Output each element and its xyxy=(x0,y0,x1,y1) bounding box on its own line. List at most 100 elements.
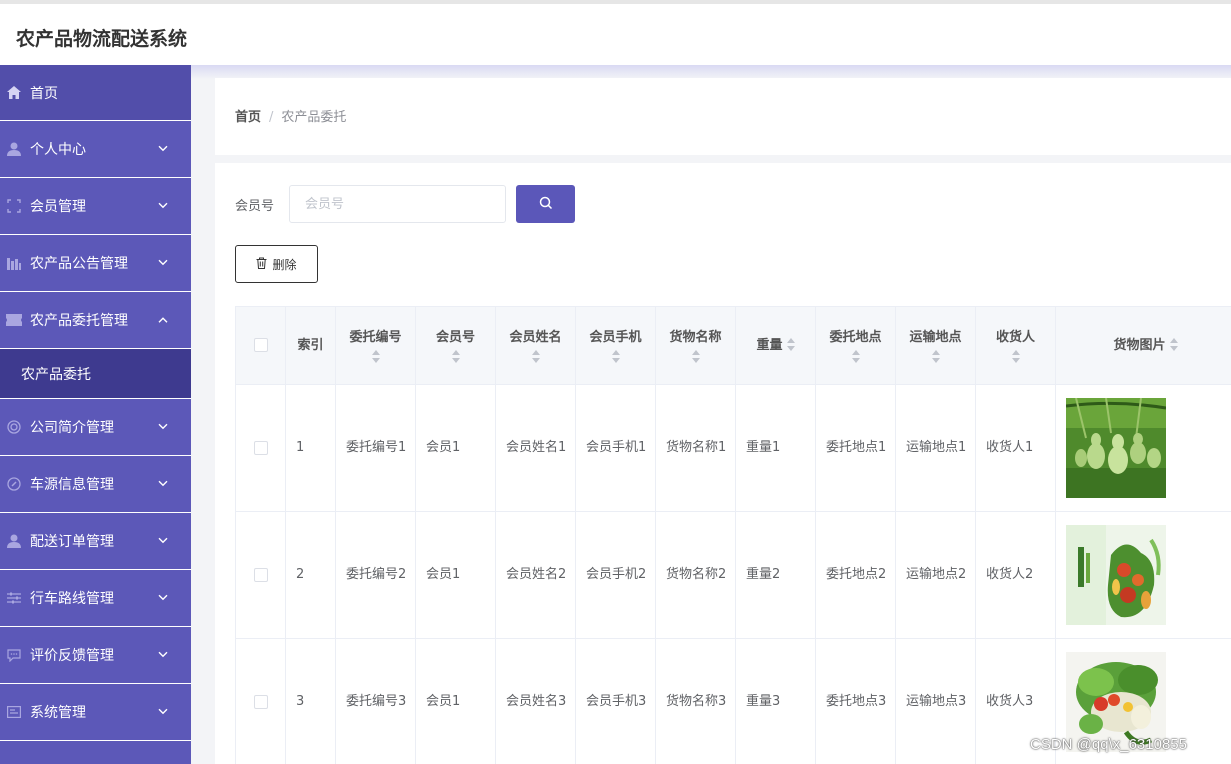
breadcrumb-separator: / xyxy=(269,110,274,125)
row-checkbox[interactable] xyxy=(253,694,268,709)
column-header-receiver[interactable]: 收货人 xyxy=(975,306,1056,385)
csdn-watermark: CSDN @qq\x_6310855 xyxy=(1030,736,1187,753)
column-header-label: 重量 xyxy=(756,337,783,353)
column-header-member-phone[interactable]: 会员手机 xyxy=(575,306,656,385)
chat-icon xyxy=(6,647,22,663)
column-header-member-name[interactable]: 会员姓名 xyxy=(495,306,576,385)
sort-icon[interactable] xyxy=(611,349,620,364)
cell-goods-name: 货物名称1 xyxy=(655,384,736,512)
cell-goods-name: 货物名称3 xyxy=(655,638,736,764)
cell-member-phone: 会员手机3 xyxy=(575,638,656,764)
sidebar-item-system-management[interactable]: 系统管理 xyxy=(0,684,191,741)
delete-button[interactable]: 删除 xyxy=(235,245,318,283)
column-header-transport-place[interactable]: 运输地点 xyxy=(895,306,976,385)
cell-entrust-place: 委托地点3 xyxy=(815,638,896,764)
chevron-down-icon xyxy=(158,533,168,547)
cell-index: 3 xyxy=(285,638,336,764)
cell-goods-image xyxy=(1055,511,1231,639)
column-header-label: 会员号 xyxy=(435,329,475,345)
cell-receiver: 收货人1 xyxy=(975,384,1056,512)
row-select-cell xyxy=(235,384,286,512)
cell-transport-place: 运输地点3 xyxy=(895,638,976,764)
cell-member-name: 会员姓名1 xyxy=(495,384,576,512)
column-header-label: 会员姓名 xyxy=(509,329,562,345)
member-no-search-input[interactable] xyxy=(289,185,506,223)
circle-icon xyxy=(6,419,22,435)
column-header-goods-name[interactable]: 货物名称 xyxy=(655,306,736,385)
sidebar-item-announcement-management[interactable]: 农产品公告管理 xyxy=(0,235,191,292)
sort-icon[interactable] xyxy=(931,349,940,364)
table-header-row: 索引 委托编号 会员号 会员姓名 会员手机 货物名称 重量 委托地点 运输地点 … xyxy=(235,306,1231,385)
header-shadow xyxy=(191,65,1231,79)
sidebar-item-entrust-management[interactable]: 农产品委托管理 xyxy=(0,292,191,349)
chevron-down-icon xyxy=(158,647,168,661)
chevron-down-icon xyxy=(158,255,168,269)
gourd-photo[interactable] xyxy=(1066,398,1166,498)
user-icon xyxy=(6,533,22,549)
cell-goods-name: 货物名称2 xyxy=(655,511,736,639)
table-row[interactable]: 1 委托编号1 会员1 会员姓名1 会员手机1 货物名称1 重量1 委托地点1 … xyxy=(235,384,1231,512)
breadcrumb-home[interactable]: 首页 xyxy=(235,110,261,125)
cell-receiver: 收货人2 xyxy=(975,511,1056,639)
chevron-down-icon xyxy=(158,476,168,490)
column-header-goods-image[interactable]: 货物图片 xyxy=(1055,306,1231,385)
vegetable-poster[interactable] xyxy=(1066,525,1166,625)
select-all-cell xyxy=(235,306,286,385)
select-all-checkbox[interactable] xyxy=(253,338,268,352)
sort-icon[interactable] xyxy=(371,349,380,364)
sidebar-item-label: 行车路线管理 xyxy=(30,591,114,607)
row-checkbox[interactable] xyxy=(253,440,268,455)
user-icon xyxy=(6,141,22,157)
sidebar-item-company-intro-management[interactable]: 公司简介管理 xyxy=(0,399,191,456)
sidebar-item-home[interactable]: 首页 xyxy=(0,65,191,121)
sidebar-item-vehicle-management[interactable]: 车源信息管理 xyxy=(0,456,191,513)
sidebar-item-label: 农产品公告管理 xyxy=(30,256,128,272)
cell-entrust-no: 委托编号1 xyxy=(335,384,416,512)
panel-icon xyxy=(6,704,22,720)
cell-goods-image xyxy=(1055,384,1231,512)
sort-icon[interactable] xyxy=(786,338,795,352)
sidebar-item-member-management[interactable]: 会员管理 xyxy=(0,178,191,235)
sidebar-item-feedback-management[interactable]: 评价反馈管理 xyxy=(0,627,191,684)
cell-entrust-no: 委托编号2 xyxy=(335,511,416,639)
row-checkbox[interactable] xyxy=(253,567,268,582)
table-row[interactable]: 2 委托编号2 会员1 会员姓名2 会员手机2 货物名称2 重量2 委托地点2 … xyxy=(235,511,1231,639)
sort-icon[interactable] xyxy=(531,349,540,364)
column-header-label: 收货人 xyxy=(995,329,1035,345)
cell-weight: 重量1 xyxy=(735,384,816,512)
chevron-up-icon xyxy=(158,312,168,326)
sidebar-item-label: 会员管理 xyxy=(30,199,86,215)
trash-icon xyxy=(256,257,267,272)
search-button[interactable] xyxy=(516,185,575,223)
sidebar-item-personal-center[interactable]: 个人中心 xyxy=(0,121,191,178)
cell-member-no: 会员1 xyxy=(415,638,496,764)
sidebar-item-label: 首页 xyxy=(30,85,58,102)
sidebar: 首页 个人中心 会员管理 农产品公告管理 农产品委托管理 农产品委托 公司简介管… xyxy=(0,65,191,764)
sort-icon[interactable] xyxy=(1169,338,1178,352)
entrust-table: 索引 委托编号 会员号 会员姓名 会员手机 货物名称 重量 委托地点 运输地点 … xyxy=(235,306,1231,764)
column-header-label: 货物图片 xyxy=(1113,337,1166,353)
sidebar-item-route-management[interactable]: 行车路线管理 xyxy=(0,570,191,627)
sidebar-item-label: 系统管理 xyxy=(30,705,86,721)
column-header-member-no[interactable]: 会员号 xyxy=(415,306,496,385)
column-header-label: 运输地点 xyxy=(909,329,962,345)
ticket-icon xyxy=(6,312,22,328)
sidebar-subitem-label: 农产品委托 xyxy=(21,366,91,383)
sort-icon[interactable] xyxy=(851,349,860,364)
cell-transport-place: 运输地点2 xyxy=(895,511,976,639)
sort-icon[interactable] xyxy=(451,349,460,364)
column-header-index: 索引 xyxy=(285,306,336,385)
column-header-entrust-no[interactable]: 委托编号 xyxy=(335,306,416,385)
frame-icon xyxy=(6,198,22,214)
cell-weight: 重量2 xyxy=(735,511,816,639)
sidebar-item-label: 车源信息管理 xyxy=(30,477,114,493)
column-header-weight[interactable]: 重量 xyxy=(735,306,816,385)
chevron-down-icon xyxy=(158,141,168,155)
cell-member-name: 会员姓名2 xyxy=(495,511,576,639)
sort-icon[interactable] xyxy=(1011,349,1020,364)
column-header-label: 货物名称 xyxy=(669,329,722,345)
column-header-entrust-place[interactable]: 委托地点 xyxy=(815,306,896,385)
sort-icon[interactable] xyxy=(691,349,700,364)
sidebar-item-order-management[interactable]: 配送订单管理 xyxy=(0,513,191,570)
sidebar-subitem-entrust[interactable]: 农产品委托 xyxy=(0,349,191,399)
